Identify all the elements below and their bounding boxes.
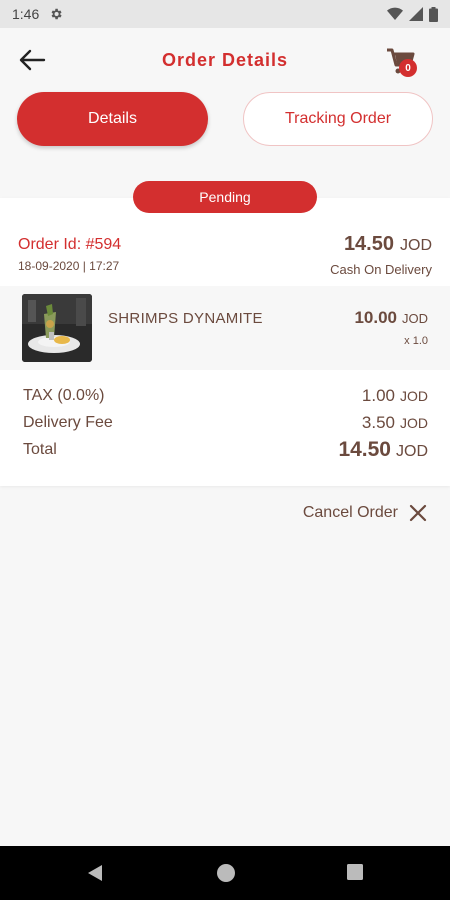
summary-row-tax: TAX (0.0%) 1.00 JOD — [0, 384, 450, 410]
tab-details[interactable]: Details — [17, 92, 208, 146]
cancel-order-label: Cancel Order — [302, 504, 398, 521]
summary-row-total: Total 14.50 JOD — [0, 438, 450, 464]
back-icon[interactable] — [85, 863, 105, 883]
status-time: 1:46 — [12, 6, 40, 22]
summary-currency: JOD — [396, 443, 428, 460]
cart-count-badge: 0 — [399, 59, 417, 77]
tab-tracking-order[interactable]: Tracking Order — [243, 92, 433, 146]
summary-label: Total — [23, 441, 57, 458]
item-price-currency: JOD — [402, 311, 428, 326]
order-id: Order Id: #594 — [18, 236, 122, 253]
battery-icon — [429, 6, 438, 22]
list-item: SHRIMPS DYNAMITE 10.00 JOD x 1.0 — [0, 286, 450, 370]
item-price: 10.00 JOD — [354, 308, 428, 328]
order-total: 14.50 JOD — [344, 233, 432, 256]
status-badge: Pending — [133, 181, 317, 213]
order-tabs: Details Tracking Order — [0, 92, 450, 148]
app-header: Order Details 0 — [0, 28, 450, 92]
cancel-order-button[interactable]: Cancel Order — [303, 499, 428, 527]
summary-amount: 14.50 — [338, 438, 391, 461]
wifi-icon — [387, 7, 403, 20]
order-date: 18-09-2020 | 17:27 — [18, 259, 120, 273]
navigation-bar — [0, 846, 450, 900]
settings-icon — [51, 8, 62, 20]
summary-value: 14.50 JOD — [338, 438, 428, 462]
item-name: SHRIMPS DYNAMITE — [108, 310, 263, 327]
summary-amount: 1.00 — [361, 386, 395, 405]
item-quantity: x 1.0 — [404, 335, 428, 347]
item-price-value: 10.00 — [354, 308, 397, 327]
summary-currency: JOD — [400, 415, 428, 431]
back-arrow-icon[interactable] — [18, 48, 46, 72]
status-bar: 1:46 — [0, 0, 450, 28]
payment-method: Cash On Delivery — [330, 262, 432, 277]
page-title: Order Details — [161, 49, 289, 70]
order-total-currency: JOD — [400, 237, 432, 254]
order-card: Order Id: #594 18-09-2020 | 17:27 14.50 … — [0, 198, 450, 486]
summary-value: 1.00 JOD — [362, 386, 428, 406]
item-image — [22, 294, 92, 362]
signal-icon — [409, 7, 423, 21]
home-icon[interactable] — [216, 863, 236, 883]
summary-label: TAX (0.0%) — [23, 387, 105, 404]
summary-row-delivery-fee: Delivery Fee 3.50 JOD — [0, 411, 450, 437]
close-icon — [409, 504, 427, 522]
summary-label: Delivery Fee — [23, 414, 113, 431]
order-total-value: 14.50 — [343, 233, 394, 255]
recents-icon[interactable] — [346, 863, 364, 881]
summary-value: 3.50 JOD — [362, 413, 428, 433]
summary-amount: 3.50 — [361, 413, 395, 432]
summary-currency: JOD — [400, 388, 428, 404]
